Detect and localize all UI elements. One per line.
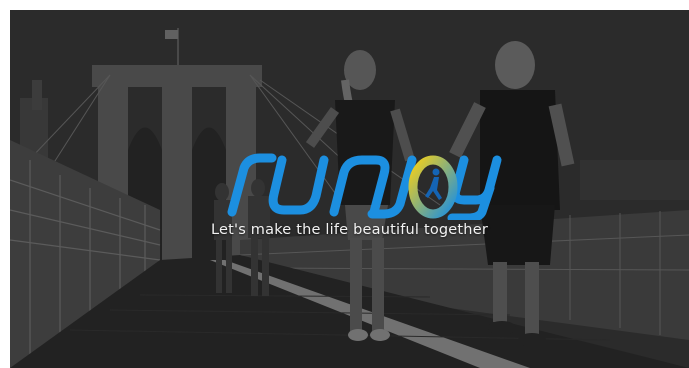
hero-banner: Let's make the life beautiful together	[10, 10, 689, 368]
runjoy-logo	[227, 153, 502, 220]
tagline: Let's make the life beautiful together	[211, 222, 488, 238]
